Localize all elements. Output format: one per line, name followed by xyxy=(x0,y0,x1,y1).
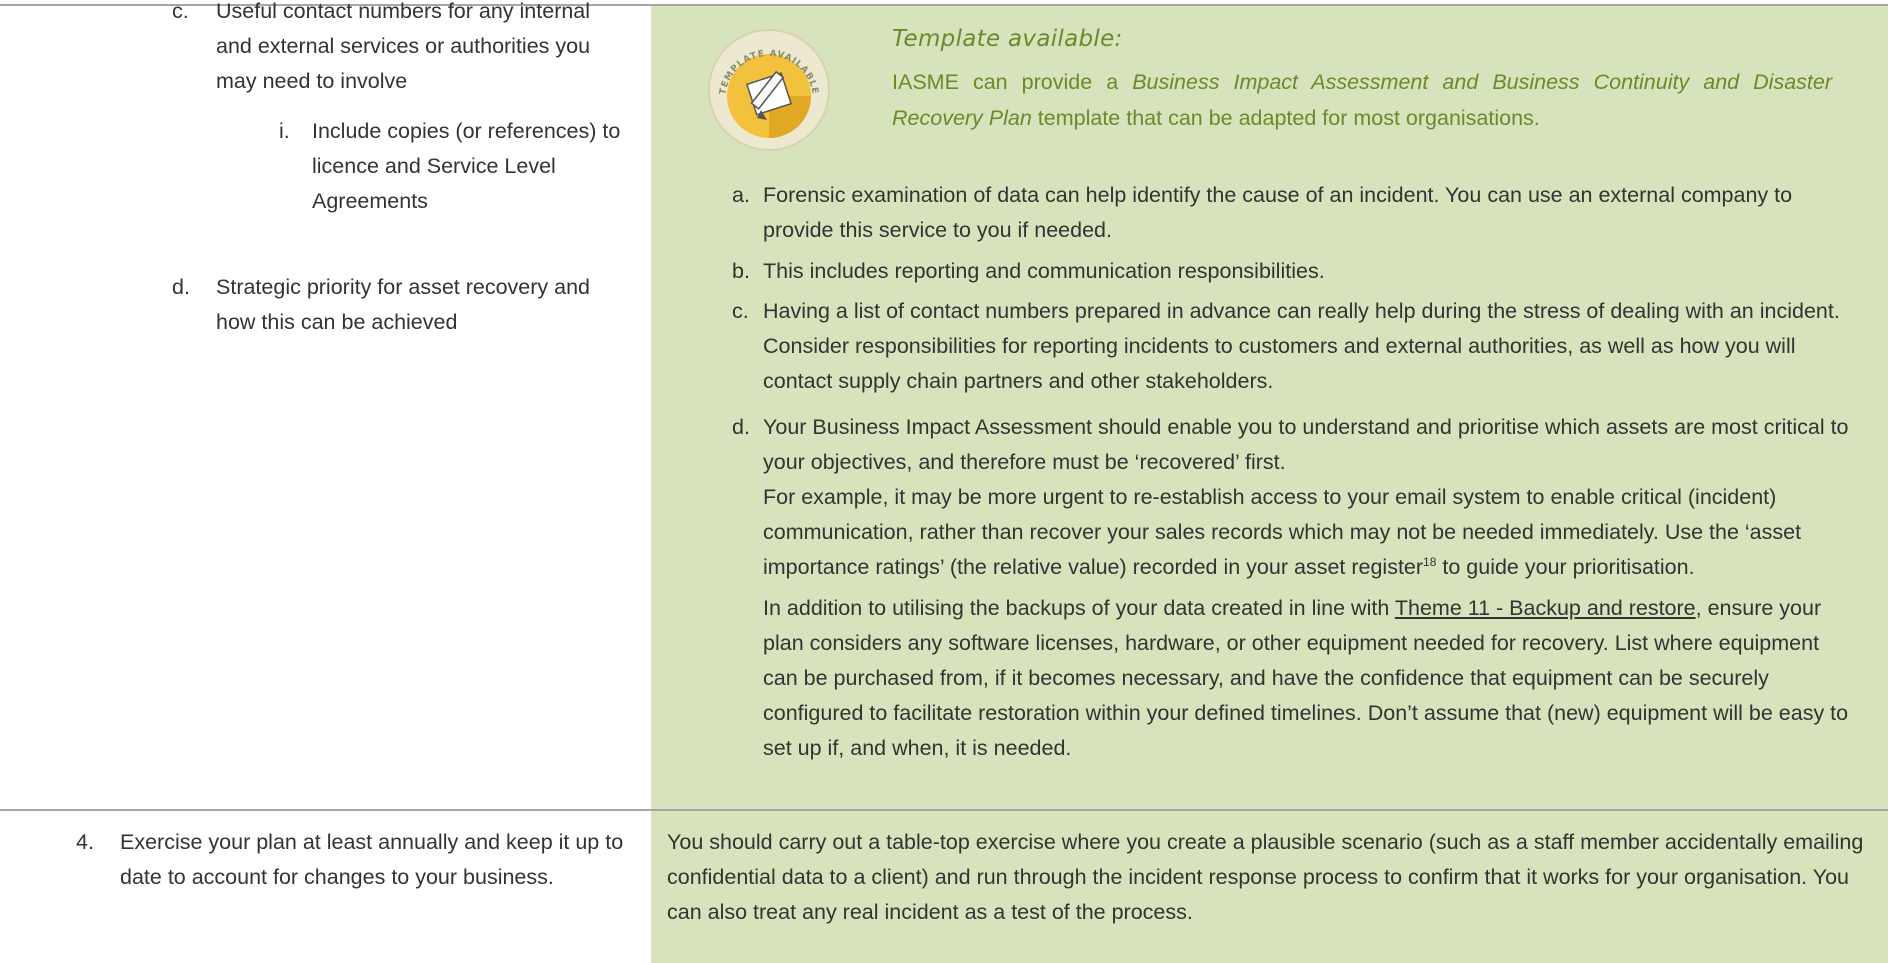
list-text: Useful contact numbers for any internal … xyxy=(216,0,591,93)
guidance-d-paragraph-2: For example, it may be more urgent to re… xyxy=(763,480,1853,585)
guidance-d-paragraph-3-prefix: In addition to utilising the backups of … xyxy=(763,596,1395,620)
list-item-c-i: i. Include copies (or references) to lic… xyxy=(279,114,642,219)
list-text: Forensic examination of data can help id… xyxy=(763,183,1793,242)
list-text: Having a list of contact numbers prepare… xyxy=(763,299,1840,393)
theme-11-link[interactable]: Theme 11 - Backup and restore xyxy=(1395,596,1696,620)
footnote-marker[interactable]: 18 xyxy=(1423,555,1436,569)
guidance-item-a: a. Forensic examination of data can help… xyxy=(732,178,1853,248)
guidance-d-paragraph-3: In addition to utilising the backups of … xyxy=(763,591,1853,766)
guidance-d-paragraph-3-suffix: , ensure your plan considers any softwar… xyxy=(763,596,1849,760)
guidance-d-paragraph-1: Your Business Impact Assessment should e… xyxy=(763,415,1849,474)
row-divider xyxy=(0,809,1888,811)
pencil-paper-badge-icon: TEMPLATE AVAILABLE xyxy=(705,26,833,154)
list-text: Include copies (or references) to licenc… xyxy=(312,119,621,213)
guidance-d-paragraph-2-end: to guide your prioritisation. xyxy=(1436,555,1695,579)
list-label: d. xyxy=(732,415,750,439)
list-item-4: 4. Exercise your plan at least annually … xyxy=(76,825,640,895)
list-label: 4. xyxy=(76,830,94,854)
list-text: Exercise your plan at least annually and… xyxy=(120,830,624,889)
list-text: Strategic priority for asset recovery an… xyxy=(216,275,591,334)
guidance-item-4: You should carry out a table-top exercis… xyxy=(667,825,1867,930)
template-body-suffix: template that can be adapted for most or… xyxy=(1031,106,1540,130)
list-label: i. xyxy=(279,119,290,143)
list-item-c: c. Useful contact numbers for any intern… xyxy=(172,0,616,99)
guidance-item-d: d. Your Business Impact Assessment shoul… xyxy=(732,410,1853,766)
template-title: Template available: xyxy=(892,26,1123,52)
list-label: c. xyxy=(172,0,189,23)
list-label: b. xyxy=(732,259,750,283)
guidance-item-b: b. This includes reporting and communica… xyxy=(732,254,1853,289)
guidance-item-c: c. Having a list of contact numbers prep… xyxy=(732,294,1853,399)
list-text: You should carry out a table-top exercis… xyxy=(667,830,1864,924)
template-body-prefix: IASME can provide a xyxy=(892,70,1133,94)
list-label: d. xyxy=(172,275,190,299)
template-body: IASME can provide a Business Impact Asse… xyxy=(892,64,1832,136)
list-label: c. xyxy=(732,299,749,323)
list-label: a. xyxy=(732,183,750,207)
list-item-d: d. Strategic priority for asset recovery… xyxy=(172,270,616,340)
list-text: This includes reporting and communicatio… xyxy=(763,259,1325,283)
